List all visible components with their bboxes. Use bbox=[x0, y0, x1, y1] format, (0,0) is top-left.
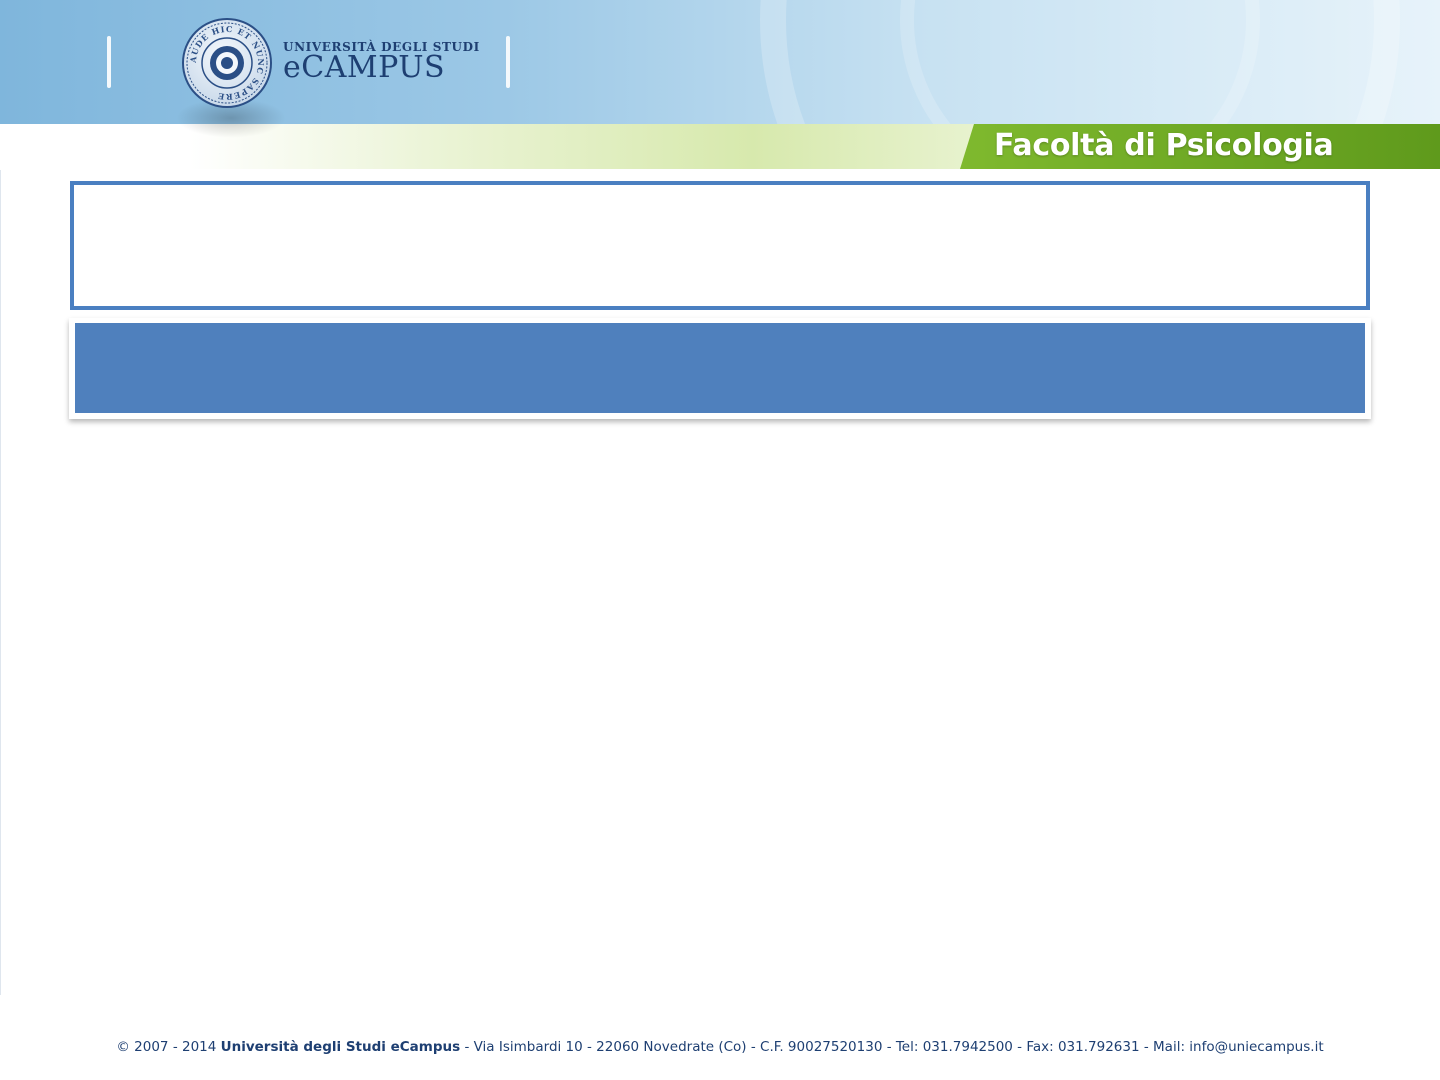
header-divider-left bbox=[107, 36, 111, 88]
brand-name: eCAMPUS bbox=[283, 50, 446, 85]
slide-subtitle-box bbox=[69, 318, 1371, 419]
faculty-title: Facoltà di Psicologia bbox=[994, 128, 1334, 163]
university-seal-logo: AUDE HIC ET NUNC SAPERE bbox=[182, 18, 272, 108]
footer: © 2007 - 2014 Università degli Studi eCa… bbox=[0, 1039, 1440, 1055]
footer-address: - Via Isimbardi 10 - 22060 Novedrate (Co… bbox=[464, 1039, 1324, 1055]
header-divider-right bbox=[506, 36, 510, 88]
footer-university: Università degli Studi eCampus bbox=[220, 1039, 461, 1055]
page-left-edge bbox=[0, 170, 1, 995]
watermark-seal-inner bbox=[900, 0, 1260, 124]
slide-subtitle-fill bbox=[75, 323, 1365, 413]
footer-copyright: © 2007 - 2014 bbox=[116, 1039, 217, 1055]
slide-title-box bbox=[70, 181, 1370, 310]
